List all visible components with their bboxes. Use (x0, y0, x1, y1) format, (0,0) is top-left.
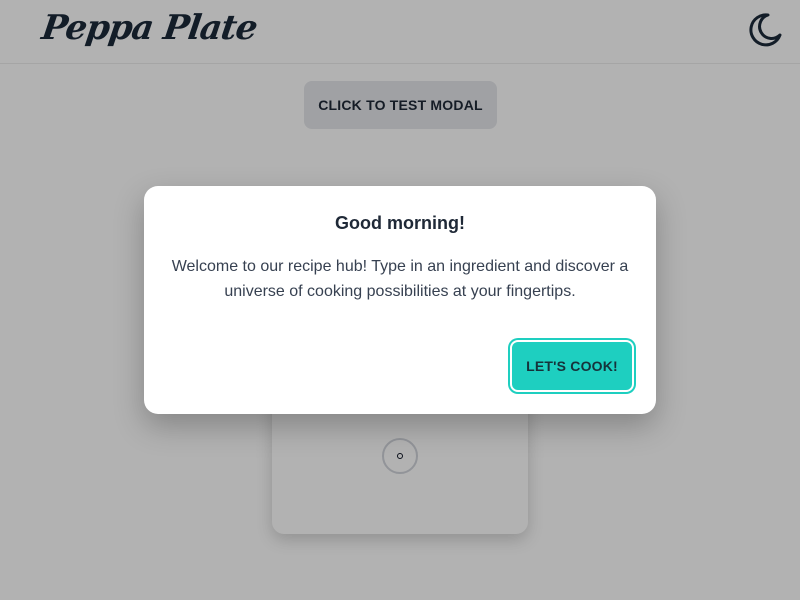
lets-cook-button[interactable]: LET'S COOK! (510, 340, 634, 392)
modal-message: Welcome to our recipe hub! Type in an in… (171, 258, 629, 300)
greeting-modal: Good morning! Welcome to our recipe hub!… (144, 186, 656, 414)
modal-title: Good morning! (335, 213, 465, 233)
page: Peppa Plate CLICK TO TEST MODAL Good mor… (0, 0, 800, 600)
